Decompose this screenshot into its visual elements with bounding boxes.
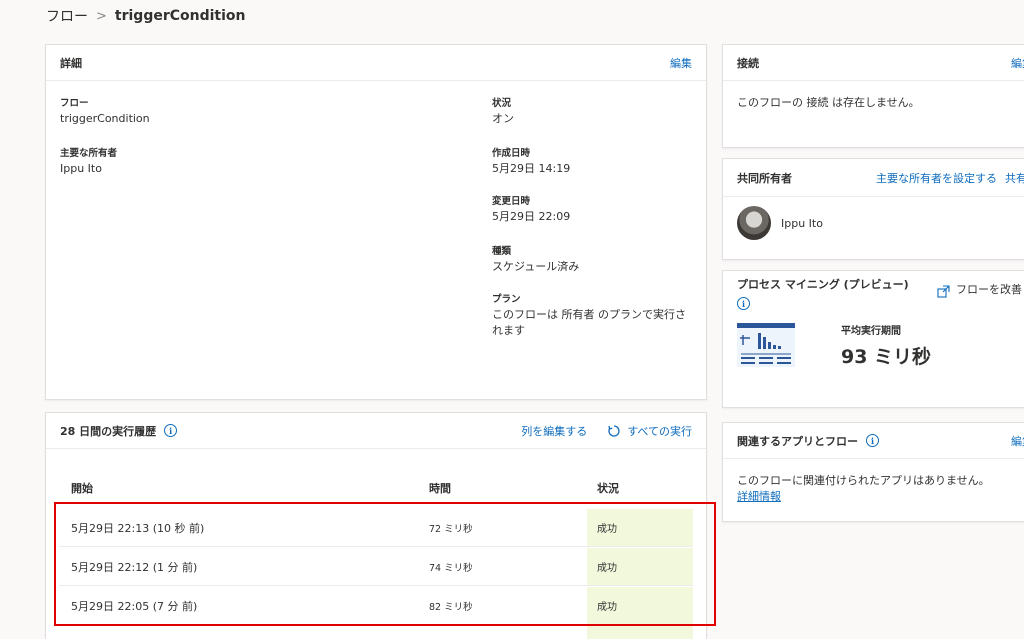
connections-card: 接続 編集 このフローの 接続 は存在しません。 [722, 44, 1024, 148]
flow-label: フロー [60, 98, 89, 109]
process-mining-card: プロセス マイニング (プレビュー) i フローを改善 平均実行期間 93 ミリ… [722, 270, 1024, 408]
learn-more-link[interactable]: 詳細情報 [737, 490, 781, 503]
avg-duration-label: 平均実行期間 [841, 325, 901, 337]
created-value: 5月29日 14:19 [492, 162, 571, 175]
status-value: オン [492, 112, 514, 125]
related-apps-title: 関連するアプリとフロー [737, 434, 858, 448]
modified-value: 5月29日 22:09 [492, 210, 571, 223]
breadcrumb: フロー > triggerCondition [46, 6, 246, 26]
all-runs-label: すべての実行 [627, 424, 692, 438]
highlight-box [54, 502, 716, 626]
all-runs-button[interactable]: すべての実行 [607, 423, 692, 439]
related-apps-header: 関連するアプリとフロー i 編集 [723, 423, 1024, 459]
improve-flow-label: フローを改善 [956, 283, 1022, 296]
column-status[interactable]: 状況 [587, 480, 619, 496]
plan-label: プラン [492, 294, 521, 305]
avatar [737, 206, 771, 240]
status-label: 状況 [492, 98, 512, 109]
connections-title: 接続 [737, 56, 759, 70]
run-history-title: 28 日間の実行履歴 [60, 424, 157, 438]
process-mining-header: プロセス マイニング (プレビュー) i フローを改善 [723, 271, 1024, 312]
info-icon[interactable]: i [164, 424, 178, 437]
process-chart-icon [737, 323, 795, 367]
coowner-name: Ippu Ito [781, 216, 823, 230]
created-field: 作成日時 5月29日 14:19 [492, 147, 570, 177]
info-icon[interactable]: i [737, 297, 750, 310]
set-primary-owner-button[interactable]: 主要な所有者を設定する [876, 170, 997, 186]
details-card: 詳細 編集 フロー triggerCondition 主要な所有者 Ippu I… [45, 44, 707, 400]
connections-message: このフローの 接続 は存在しません。 [737, 96, 920, 109]
owner-field: 主要な所有者 Ippu Ito [60, 147, 117, 177]
page-title: triggerCondition [114, 8, 246, 24]
coowners-header: 共同所有者 主要な所有者を設定する 共有 [723, 159, 1024, 197]
table-row-partial [59, 626, 693, 639]
improve-flow-button[interactable]: フローを改善 [937, 283, 1024, 312]
details-header: 詳細 編集 [46, 45, 706, 81]
share-button[interactable]: 共有 [1005, 170, 1024, 186]
avg-duration-value: 93 ミリ秒 [841, 345, 932, 368]
plan-value: このフローは 所有者 のプランで実行されます [492, 308, 686, 337]
process-mining-title: プロセス マイニング (プレビュー) [737, 278, 909, 291]
flow-field: フロー triggerCondition [60, 97, 150, 127]
connections-edit-button[interactable]: 編集 [1011, 55, 1024, 71]
edit-columns-button[interactable]: 列を編集する [521, 423, 587, 439]
related-apps-card: 関連するアプリとフロー i 編集 このフローに関連付けられたアプリはありません。… [722, 422, 1024, 522]
coowners-card: 共同所有者 主要な所有者を設定する 共有 Ippu Ito [722, 158, 1024, 260]
column-duration[interactable]: 時間 [429, 480, 587, 496]
related-apps-message: このフローに関連付けられたアプリはありません。 [737, 474, 990, 487]
chevron-right-icon: > [96, 8, 107, 24]
flow-value: triggerCondition [60, 112, 150, 125]
run-history-columns: 開始 時間 状況 [59, 473, 693, 503]
type-label: 種類 [492, 246, 512, 257]
owner-value: Ippu Ito [60, 162, 102, 175]
owner-label: 主要な所有者 [60, 148, 118, 159]
details-title: 詳細 [60, 56, 82, 70]
open-external-icon [937, 285, 950, 298]
related-apps-edit-button[interactable]: 編集 [1011, 433, 1024, 449]
breadcrumb-root[interactable]: フロー [46, 6, 88, 26]
type-value: スケジュール済み [492, 260, 580, 273]
modified-label: 変更日時 [492, 196, 531, 207]
coowner-item: Ippu Ito [723, 197, 1024, 249]
column-start[interactable]: 開始 [59, 480, 429, 496]
plan-field: プラン このフローは 所有者 のプランで実行されます [492, 293, 692, 339]
type-field: 種類 スケジュール済み [492, 245, 579, 275]
created-label: 作成日時 [492, 148, 531, 159]
run-history-header: 28 日間の実行履歴 i 列を編集する すべての実行 [46, 413, 706, 449]
details-edit-button[interactable]: 編集 [670, 55, 692, 71]
status-field: 状況 オン [492, 97, 514, 127]
refresh-icon [608, 424, 620, 437]
coowners-title: 共同所有者 [737, 171, 792, 185]
info-icon[interactable]: i [866, 434, 879, 447]
modified-field: 変更日時 5月29日 22:09 [492, 195, 570, 225]
connections-header: 接続 編集 [723, 45, 1024, 81]
